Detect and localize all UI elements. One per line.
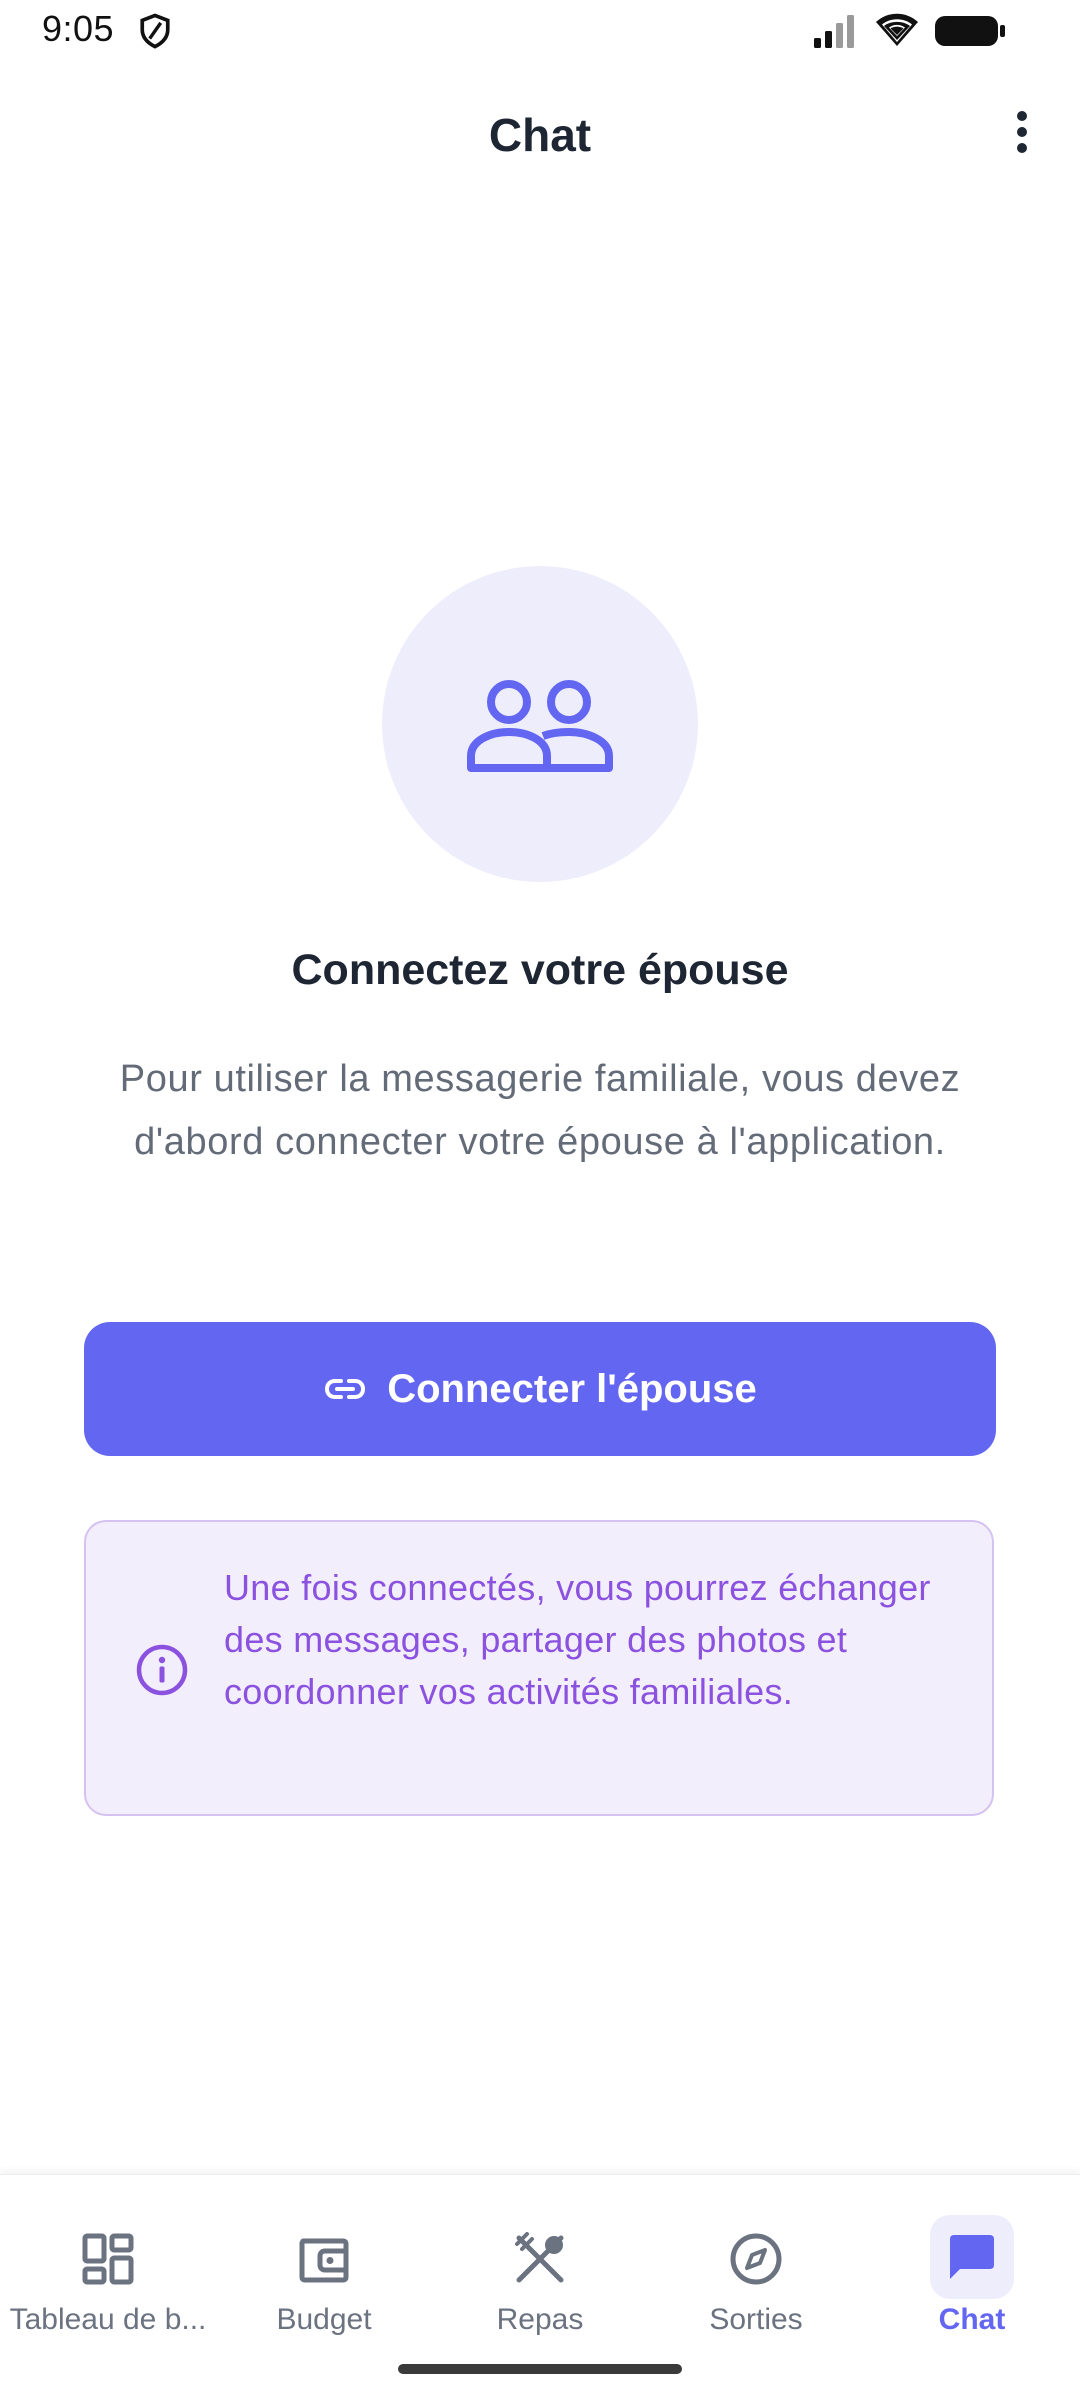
signal-icon (814, 15, 854, 48)
info-icon (136, 1644, 188, 1696)
page-title: Chat (488, 109, 592, 161)
compass-icon (714, 2221, 798, 2297)
chat-screen: 9:05 Chat Connectez votre épouse Pour ut… (0, 0, 1080, 2400)
more-options-button[interactable] (992, 102, 1052, 162)
people-icon (467, 680, 613, 772)
link-icon (325, 1379, 366, 1399)
more-vert-icon (1017, 111, 1027, 153)
utensils-icon (498, 2221, 582, 2297)
battery-icon (935, 16, 1005, 46)
nav-item-outings[interactable]: Sorties (648, 2197, 864, 2347)
wallet-icon (282, 2221, 366, 2297)
status-time: 9:05 (42, 8, 115, 49)
people-avatar-circle (382, 566, 698, 882)
nav-item-chat[interactable]: Chat (864, 2197, 1080, 2347)
nav-item-meals[interactable]: Repas (432, 2197, 648, 2347)
nav-label-chat: Chat (938, 2303, 1006, 2336)
empty-state-description: Pour utiliser la messagerie familiale, v… (119, 1058, 961, 1163)
nav-label-dashboard: Tableau de b... (9, 2303, 207, 2336)
status-bar: 9:05 (0, 0, 1080, 62)
chat-icon (930, 2215, 1014, 2299)
info-callout: Une fois connectés, vous pourrez échange… (84, 1520, 994, 1816)
empty-state-heading: Connectez votre épouse (291, 946, 789, 994)
app-bar: Chat (0, 62, 1080, 212)
nav-label-meals: Repas (496, 2303, 584, 2336)
nav-item-budget[interactable]: Budget (216, 2197, 432, 2347)
home-indicator[interactable] (398, 2364, 682, 2374)
dashboard-icon (66, 2221, 150, 2297)
connect-spouse-button[interactable]: Connecter l'épouse (84, 1322, 996, 1456)
nav-item-dashboard[interactable]: Tableau de b... (0, 2197, 216, 2347)
nav-label-budget: Budget (276, 2303, 372, 2336)
connect-spouse-label: Connecter l'épouse (387, 1366, 757, 1411)
nav-label-outings: Sorties (709, 2303, 803, 2336)
info-text: Une fois connectés, vous pourrez échange… (224, 1567, 931, 1712)
wifi-icon (876, 13, 918, 46)
shield-icon (140, 13, 170, 49)
